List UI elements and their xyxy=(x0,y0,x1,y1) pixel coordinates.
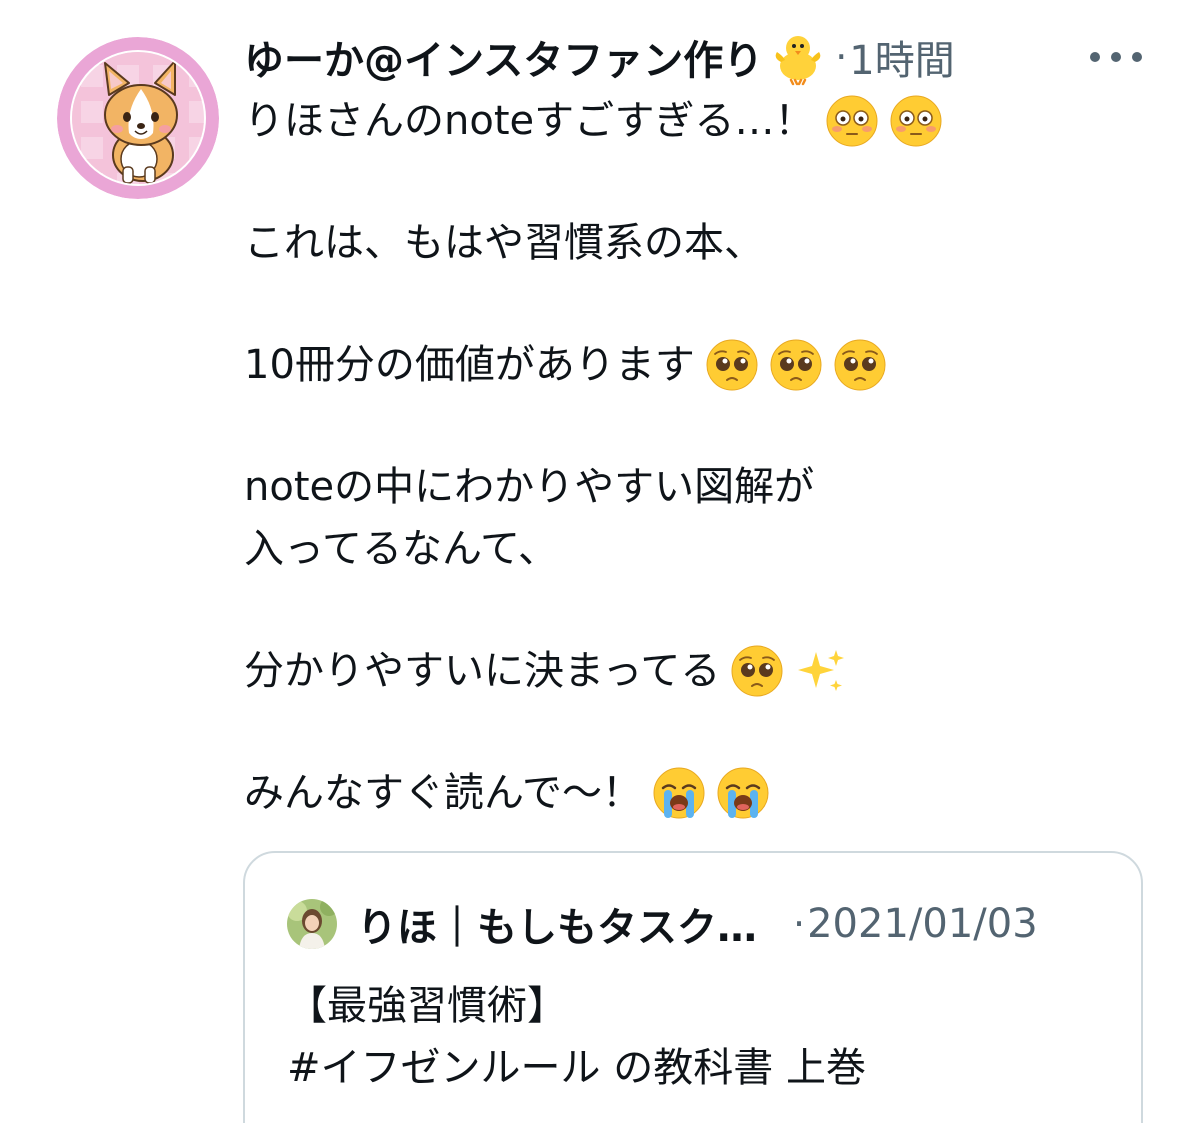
tweet-line: りほさんのnoteすごすぎる…！ xyxy=(244,90,1144,152)
tweet-line: noteの中にわかりやすい図解が xyxy=(244,464,815,510)
tweet-header: ゆーか@インスタファン作り · 1時間 xyxy=(244,26,955,88)
pleading-face-icon xyxy=(834,339,886,391)
tweet-text: りほさんのnoteすごすぎる…！ これは、もはや習慣系の本、 10冊分の価値があ… xyxy=(244,90,1144,824)
tweet-timestamp[interactable]: 1時間 xyxy=(849,28,954,86)
quoted-tweet-card[interactable]: りほ｜もしもタスク… · 2021/01/03 【最強習慣術】 #イフゼンルール… xyxy=(243,851,1143,1123)
sparkles-icon xyxy=(798,650,845,691)
quoted-tweet-text: 【最強習慣術】 #イフゼンルール の教科書 上巻 xyxy=(287,975,866,1099)
baby-chick-icon xyxy=(769,28,827,86)
separator-dot: · xyxy=(835,35,848,79)
tweet[interactable]: ゆーか@インスタファン作り · 1時間 りほさんのnoteすごすぎる…！ これは… xyxy=(0,0,1200,1123)
quoted-text-line: 【最強習慣術】 xyxy=(287,983,567,1029)
more-horizontal-icon xyxy=(1090,52,1100,62)
tweet-line: 分かりやすいに決まってる xyxy=(244,640,1144,702)
display-name[interactable]: ゆーか@インスタファン作り xyxy=(244,28,763,86)
loudly-crying-face-icon xyxy=(717,767,769,819)
tweet-line: 10冊分の価値があります xyxy=(244,334,1144,396)
pleading-face-icon xyxy=(731,645,783,697)
more-options-button[interactable] xyxy=(1090,40,1142,74)
tweet-line: 入ってるなんて、 xyxy=(244,526,558,572)
quoted-tweet-header: りほ｜もしもタスク… · 2021/01/03 xyxy=(287,895,1038,953)
corgi-avatar-image xyxy=(57,37,219,199)
flushed-face-icon xyxy=(826,95,878,147)
quoted-display-name[interactable]: りほ｜もしもタスク… xyxy=(357,895,757,953)
quoted-timestamp[interactable]: 2021/01/03 xyxy=(807,901,1038,947)
quoted-avatar[interactable] xyxy=(287,899,337,949)
loudly-crying-face-icon xyxy=(653,767,705,819)
separator-dot: · xyxy=(793,902,806,946)
quoted-text-line: #イフゼンルール の教科書 上巻 xyxy=(287,1045,866,1091)
profile-avatar[interactable] xyxy=(57,37,219,199)
flushed-face-icon xyxy=(890,95,942,147)
pleading-face-icon xyxy=(706,339,758,391)
tweet-line: みんなすぐ読んで〜！ xyxy=(244,762,1144,824)
tweet-line: これは、もはや習慣系の本、 xyxy=(244,220,764,266)
pleading-face-icon xyxy=(770,339,822,391)
